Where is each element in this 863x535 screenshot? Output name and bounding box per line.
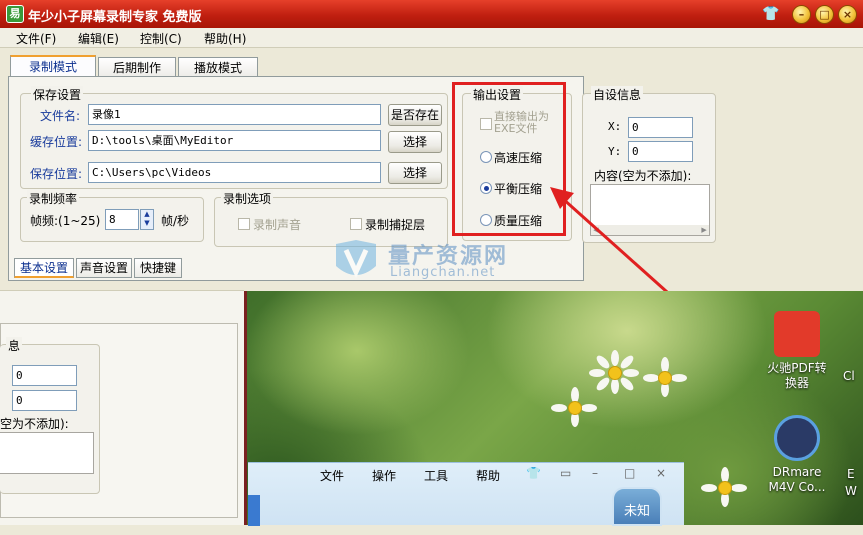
subtab-basic[interactable]: 基本设置 [14,258,74,278]
drmare-icon [774,415,820,461]
mini-shield-badge: 未知 [612,487,662,526]
partial-desktop-icon[interactable]: Cl [843,369,863,383]
custom-info-title: 自设信息 [591,86,644,103]
partial-desktop-icon[interactable]: W [845,484,863,498]
mini-close-icon[interactable]: × [656,466,666,480]
mini-menu-file[interactable]: 文件 [320,467,344,484]
save-settings-title: 保存设置 [31,86,84,103]
menu-control[interactable]: 控制(C) [140,30,182,47]
watermark: 量产资源网 Liangchan.net [332,238,542,284]
choose-cache-button[interactable]: 选择 [388,131,442,153]
menu-edit[interactable]: 编辑(E) [78,30,119,47]
custom-y-label: Y: [608,145,622,158]
watermark-logo-icon [336,240,376,279]
cache-location-label: 缓存位置: [30,135,83,149]
drmare-label: DRmare M4V Co... [768,465,826,494]
record-layer-label: 录制捕捉层 [365,218,426,232]
mini-menu-tools[interactable]: 工具 [424,467,448,484]
custom-x-field[interactable]: 0 [628,117,693,138]
pdf-converter-label: 火驰PDF转 换器 [767,361,827,390]
record-layer-checkbox[interactable] [350,218,362,230]
check-exists-button[interactable]: 是否存在 [388,104,442,126]
drmare-desktop-icon[interactable]: DRmare M4V Co... [767,415,827,495]
tab-record-mode[interactable]: 录制模式 [10,55,96,78]
annotation-arrow [550,187,678,302]
record-audio-label: 录制声音 [253,218,302,232]
filename-label: 文件名: [40,109,81,123]
app-icon: 易 [6,5,24,23]
filename-field[interactable]: 录像1 [88,104,381,125]
mini-message-icon[interactable]: ▭ [560,466,571,480]
save-location-label: 保存位置: [30,167,83,181]
window-title: 年少小子屏幕录制专家 免费版 [28,10,202,25]
mini-menu-help[interactable]: 帮助 [476,467,500,484]
maximize-button[interactable]: □ [815,5,834,24]
menu-help[interactable]: 帮助(H) [204,30,246,47]
custom-y-field[interactable]: 0 [628,141,693,162]
save-location-field[interactable]: C:\Users\pc\Videos [88,162,381,183]
frame-rate-spinner[interactable]: ▲ ▼ [140,209,154,230]
skin-icon[interactable]: 👕 [762,6,779,22]
watermark-url: Liangchan.net [390,265,496,280]
mini-menu-operate[interactable]: 操作 [372,467,396,484]
tab-post-production[interactable]: 后期制作 [98,57,176,78]
mini-maximize-icon[interactable]: □ [624,466,635,480]
background-window-panel: 息 0 0 空为不添加): [0,290,244,525]
mini-side-strip [248,495,260,526]
record-audio-checkbox[interactable] [238,218,250,230]
background-x-field[interactable]: 0 [12,365,77,386]
tab-play-mode[interactable]: 播放模式 [178,57,258,78]
mini-minimize-icon[interactable]: – [592,466,598,480]
frame-rate-label: 帧频:(1~25) [30,214,101,228]
minimize-button[interactable]: – [792,5,811,24]
background-content-textarea[interactable] [0,432,94,474]
choose-save-button[interactable]: 选择 [388,162,442,184]
background-info-title: 息 [6,337,23,354]
record-options-title: 录制选项 [221,190,274,207]
custom-x-label: X: [608,120,622,133]
mini-skin-icon[interactable]: 👕 [526,466,541,480]
partial-desktop-icon[interactable]: E [847,467,863,481]
close-button[interactable]: × [838,5,857,24]
title-bar: 易 年少小子屏幕录制专家 免费版 👕 – □ × [0,0,863,28]
menu-file[interactable]: 文件(F) [16,30,56,47]
background-content-label: 空为不添加): [0,417,69,431]
background-app-window: 文件 操作 工具 帮助 👕 ▭ – □ × 未知 [248,462,684,526]
cache-location-field[interactable]: D:\tools\桌面\MyEditor [88,130,381,151]
menu-bar: 文件(F) 编辑(E) 控制(C) 帮助(H) [0,28,863,48]
frame-rate-field[interactable]: 8 [105,209,139,230]
subtab-sound[interactable]: 声音设置 [76,258,132,278]
frame-rate-title: 录制频率 [27,190,80,207]
background-y-field[interactable]: 0 [12,390,77,411]
pdf-converter-icon [774,311,820,357]
frame-rate-unit: 帧/秒 [161,214,190,228]
subtab-hotkeys[interactable]: 快捷键 [134,258,182,278]
pdf-converter-desktop-icon[interactable]: 火驰PDF转 换器 [767,311,827,391]
